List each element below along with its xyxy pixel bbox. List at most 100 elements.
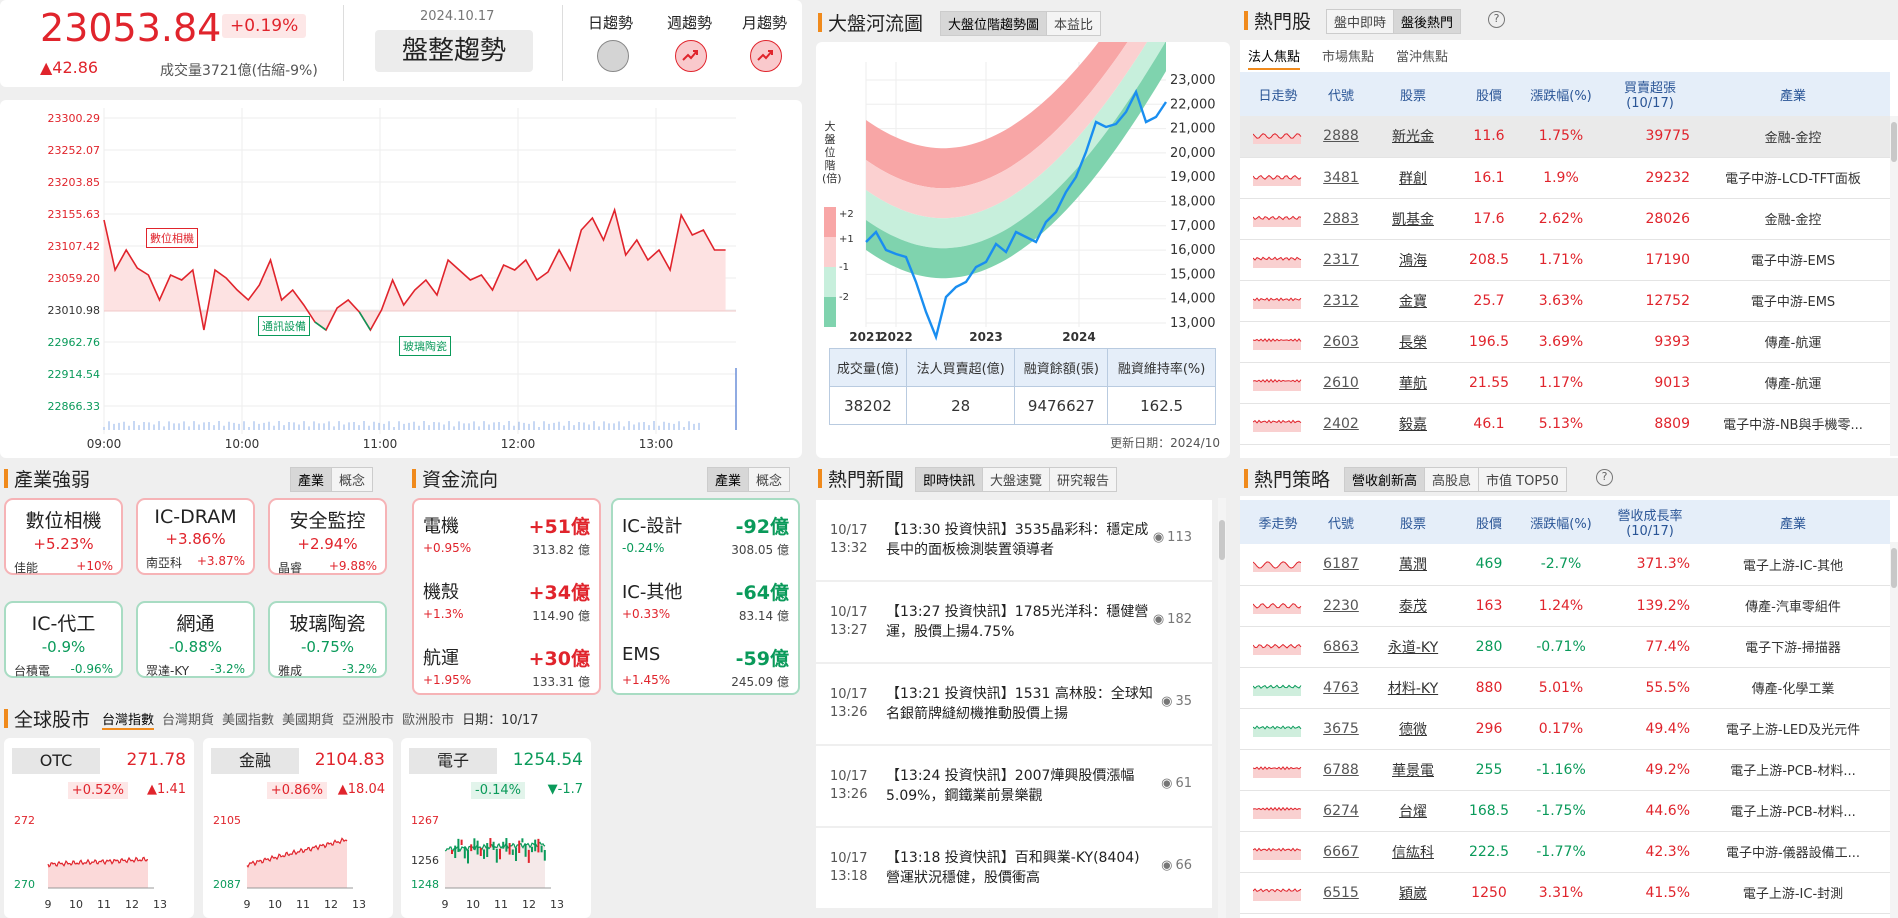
strategy-row[interactable]: 6788 華景電 255 -1.16% 49.2% 電子上游-PCB-材料... [1240,749,1890,791]
tab-news-live[interactable]: 即時快訊 [916,468,984,491]
strategy-code[interactable]: 6187 [1316,544,1366,586]
industry-box[interactable]: IC-DRAM +3.86% 南亞科 +3.87% [136,498,255,575]
hot-code-link[interactable]: 2312 [1323,293,1359,309]
news-item[interactable]: 10/17 13:18 【13:18 投資快訊】百和興業-KY(8404) 營運狀況… [816,828,1212,908]
subtab-daytrade[interactable]: 當沖焦點 [1396,46,1448,70]
strategy-name[interactable]: 泰茂 [1366,585,1460,627]
strategy-name[interactable]: 材料-KY [1366,667,1460,709]
hot-scrollbar[interactable] [1890,116,1898,456]
global-index-card[interactable]: 金融 2104.83 +0.86% ▲18.04 2105 2087 9 10 11 12 13 [203,738,393,918]
hot-code-link[interactable]: 3481 [1323,170,1359,186]
news-headline[interactable]: 【13:30 投資快訊】3535晶彩科：穩定成長中的面板檢測裝置領導者 [886,520,1156,560]
news-headline[interactable]: 【13:27 投資快訊】1785光洋科：穩健營運，股價上揚4.75% [886,602,1156,642]
tag-glass-ceramic[interactable]: 玻璃陶瓷 [399,336,451,356]
hot-code[interactable]: 2888 [1316,116,1366,158]
strategy-row[interactable]: 6667 信紘科 222.5 -1.77% 42.3% 電子中游-儀器設備工... [1240,831,1890,873]
hot-code-link[interactable]: 2888 [1323,128,1359,144]
strategy-row[interactable]: 3675 德微 296 0.17% 49.4% 電子上游-LED及光元件 [1240,708,1890,750]
news-item[interactable]: 10/17 13:26 【13:24 投資快訊】2007燁興股價漲幅5.09%，鋼鐵… [816,746,1212,826]
strategy-code[interactable]: 6515 [1316,872,1366,914]
news-scrollbar[interactable] [1218,498,1226,918]
strategy-col-header[interactable]: 營收成長率 (10/17) [1604,500,1696,544]
strategy-code[interactable]: 4763 [1316,667,1366,709]
tab-hot-after[interactable]: 盤後熱門 [1394,10,1461,33]
strategy-name-link[interactable]: 華景電 [1392,763,1434,779]
strategy-name-link[interactable]: 永道-KY [1388,640,1438,656]
hot-row[interactable]: 2603 長榮 196.5 3.69% 9393 傳產-航運 [1240,321,1890,363]
hot-row[interactable]: 2883 凱基金 17.6 2.62% 28026 金融-金控 [1240,198,1890,240]
strategy-col-header[interactable]: 股票 [1366,500,1460,544]
tab-tw-index[interactable]: 台灣指數 [102,709,155,730]
strategy-row[interactable]: 6515 穎崴 1250 3.31% 41.5% 電子上游-IC-封測 [1240,872,1890,914]
strategy-name-link[interactable]: 台燿 [1399,804,1427,820]
hot-name[interactable]: 長榮 [1366,321,1460,363]
hot-name-link[interactable]: 長榮 [1399,335,1427,351]
hot-row[interactable]: 2610 華航 21.55 1.17% 9013 傳產-航運 [1240,362,1890,404]
hot-name-link[interactable]: 毅嘉 [1399,417,1427,433]
tab-us-index[interactable]: 美國指數 [222,709,274,730]
flow-row[interactable]: IC-設計 -92億 -0.24% 308.05 億 [622,512,789,568]
strategy-row[interactable]: 4763 材料-KY 880 5.01% 55.5% 傳產-化學工業 [1240,667,1890,709]
tab-news-market[interactable]: 大盤速覽 [983,468,1051,491]
hot-name[interactable]: 群創 [1366,157,1460,199]
tab-revenue-high[interactable]: 營收創新高 [1345,468,1426,491]
hot-col-header[interactable]: 代號 [1316,72,1366,116]
strategy-code-link[interactable]: 2230 [1323,598,1359,614]
hot-code-link[interactable]: 2402 [1323,416,1359,432]
hot-row[interactable]: 3481 群創 16.1 1.9% 29232 電子中游-LCD-TFT面板 [1240,157,1890,199]
tab-news-research[interactable]: 研究報告 [1050,468,1116,491]
hot-row[interactable]: 2317 鴻海 208.5 1.71% 17190 電子中游-EMS [1240,239,1890,281]
hot-code-link[interactable]: 2317 [1323,252,1359,268]
strategy-code-link[interactable]: 3675 [1323,721,1359,737]
hot-name-link[interactable]: 凱基金 [1392,212,1434,228]
strategy-col-header[interactable]: 產業 [1696,500,1890,544]
hot-code[interactable]: 3481 [1316,157,1366,199]
strategy-code-link[interactable]: 4763 [1323,680,1359,696]
hot-code[interactable]: 2603 [1316,321,1366,363]
industry-box[interactable]: 安全監控 +2.94% 晶睿 +9.88% [268,498,387,575]
hot-code[interactable]: 2402 [1316,403,1366,445]
strategy-name[interactable]: 華景電 [1366,749,1460,791]
strategy-col-header[interactable]: 漲跌幅(%) [1518,500,1604,544]
hot-name[interactable]: 毅嘉 [1366,403,1460,445]
hot-col-header[interactable]: 股票 [1366,72,1460,116]
hot-col-header[interactable]: 買賣超張 (10/17) [1604,72,1696,116]
hot-name-link[interactable]: 群創 [1399,171,1427,187]
tab-tw-futures[interactable]: 台灣期貨 [162,709,214,730]
strategy-col-header[interactable]: 季走勢 [1240,500,1316,544]
hot-name-link[interactable]: 金寶 [1399,294,1427,310]
strategy-code-link[interactable]: 6274 [1323,803,1359,819]
hot-name[interactable]: 華航 [1366,362,1460,404]
hot-row[interactable]: 2888 新光金 11.6 1.75% 39775 金融-金控 [1240,116,1890,158]
strategy-name[interactable]: 萬潤 [1366,544,1460,586]
global-index-card[interactable]: OTC 271.78 +0.52% ▲1.41 272 270 9 10 11 12 13 [4,738,194,918]
strategy-col-header[interactable]: 代號 [1316,500,1366,544]
strategy-code[interactable]: 3675 [1316,708,1366,750]
subtab-institutional[interactable]: 法人焦點 [1248,46,1301,70]
hot-col-header[interactable]: 漲跌幅(%) [1518,72,1604,116]
tab-industry[interactable]: 產業 [291,468,333,491]
hot-name-link[interactable]: 華航 [1399,376,1427,392]
news-headline[interactable]: 【13:21 投資快訊】1531 高林股：全球知名銀箭牌縫紉機推動股價上揚 [886,684,1156,724]
hot-col-header[interactable]: 股價 [1460,72,1518,116]
hot-row[interactable]: 2402 毅嘉 46.1 5.13% 8809 電子中游-NB與手機零... [1240,403,1890,445]
strategy-name-link[interactable]: 信紘科 [1392,845,1434,861]
strategy-row[interactable]: 6187 萬潤 469 -2.7% 371.3% 電子上游-IC-其他 [1240,544,1890,586]
global-index-card[interactable]: 電子 1254.54 -0.14% ▼-1.7 1267 1256 1248 9 10 11 12 1… [401,738,591,918]
strategy-name[interactable]: 永道-KY [1366,626,1460,668]
strategy-row[interactable]: 6274 台燿 168.5 -1.75% 44.6% 電子上游-PCB-材料... [1240,790,1890,832]
industry-box[interactable]: IC-代工 -0.9% 台積電 -0.96% [4,601,123,678]
hot-col-header[interactable]: 產業 [1696,72,1890,116]
strategy-name[interactable]: 台燿 [1366,790,1460,832]
tag-telecom[interactable]: 通訊設備 [258,316,310,336]
strategy-name-link[interactable]: 材料-KY [1388,681,1438,697]
hot-code[interactable]: 2312 [1316,280,1366,322]
hot-code[interactable]: 2883 [1316,198,1366,240]
tab-europe[interactable]: 歐洲股市 [402,709,454,730]
strategy-row[interactable]: 2230 泰茂 163 1.24% 139.2% 傳產-汽車零組件 [1240,585,1890,627]
strategy-code[interactable]: 6863 [1316,626,1366,668]
tab-concept[interactable]: 概念 [332,468,372,491]
tag-digital-camera[interactable]: 數位相機 [146,228,198,248]
tab-top50[interactable]: 市值 TOP50 [1479,468,1566,491]
hot-code-link[interactable]: 2603 [1323,334,1359,350]
